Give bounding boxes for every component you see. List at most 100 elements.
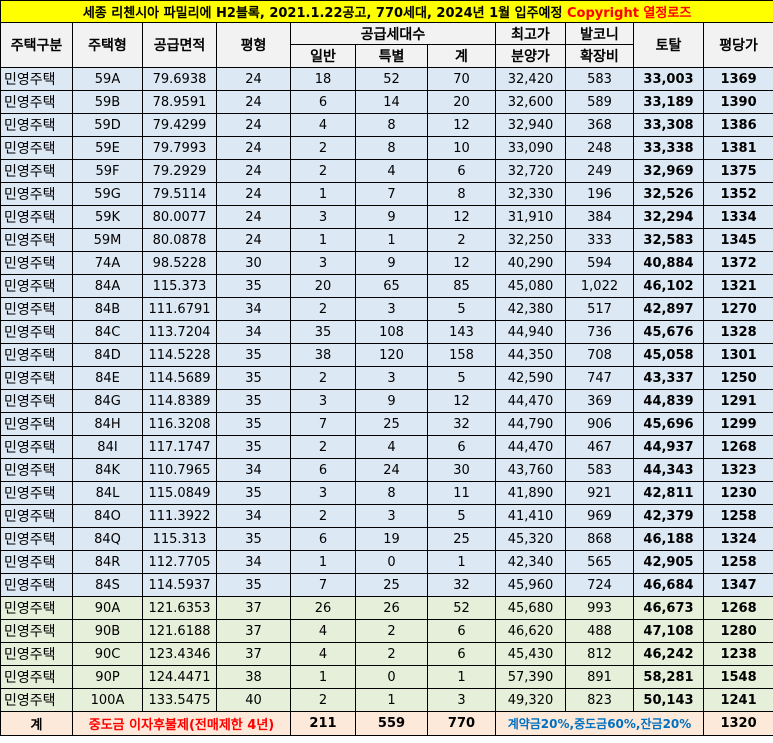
cell-special[interactable]: 8 xyxy=(355,113,428,137)
cell-area[interactable]: 114.5228 xyxy=(142,343,217,367)
cell-model[interactable]: 100A xyxy=(72,688,143,712)
cell-model[interactable]: 84B xyxy=(72,297,143,321)
cell-total[interactable]: 42,379 xyxy=(633,504,704,528)
cell-per-pyeong[interactable]: 1250 xyxy=(702,366,773,390)
cell-max-price[interactable]: 44,350 xyxy=(495,343,566,367)
footer-per-pyeong[interactable]: 1320 xyxy=(702,711,773,736)
cell-balcony[interactable]: 583 xyxy=(565,67,634,91)
cell-balcony[interactable]: 969 xyxy=(565,504,634,528)
cell-units[interactable]: 12 xyxy=(427,205,496,229)
cell-units[interactable]: 52 xyxy=(427,596,496,620)
cell-balcony[interactable]: 583 xyxy=(565,458,634,482)
header-total[interactable]: 토탈 xyxy=(633,22,704,68)
cell-model[interactable]: 90P xyxy=(72,665,143,689)
cell-area[interactable]: 115.0849 xyxy=(142,481,217,505)
cell-balcony[interactable]: 196 xyxy=(565,182,634,206)
cell-general[interactable]: 6 xyxy=(290,90,356,114)
cell-model[interactable]: 90B xyxy=(72,619,143,643)
cell-total[interactable]: 32,969 xyxy=(633,159,704,183)
cell-general[interactable]: 1 xyxy=(290,182,356,206)
cell-type[interactable]: 민영주택 xyxy=(0,113,73,137)
cell-pyeong[interactable]: 34 xyxy=(216,504,291,528)
cell-per-pyeong[interactable]: 1323 xyxy=(702,458,773,482)
cell-model[interactable]: 59G xyxy=(72,182,143,206)
cell-special[interactable]: 26 xyxy=(355,596,428,620)
cell-model[interactable]: 84G xyxy=(72,389,143,413)
header-area[interactable]: 공급면적 xyxy=(142,22,217,68)
cell-special[interactable]: 4 xyxy=(355,159,428,183)
cell-general[interactable]: 26 xyxy=(290,596,356,620)
cell-general[interactable]: 7 xyxy=(290,412,356,436)
cell-per-pyeong[interactable]: 1291 xyxy=(702,389,773,413)
cell-pyeong[interactable]: 35 xyxy=(216,435,291,459)
cell-total[interactable]: 32,294 xyxy=(633,205,704,229)
cell-area[interactable]: 113.7204 xyxy=(142,320,217,344)
cell-total[interactable]: 46,684 xyxy=(633,573,704,597)
cell-model[interactable]: 59E xyxy=(72,136,143,160)
cell-balcony[interactable]: 248 xyxy=(565,136,634,160)
cell-total[interactable]: 58,281 xyxy=(633,665,704,689)
cell-pyeong[interactable]: 24 xyxy=(216,67,291,91)
cell-model[interactable]: 90A xyxy=(72,596,143,620)
footer-payment[interactable]: 계약금20%,중도금60%,잔금20% xyxy=(495,711,704,736)
cell-per-pyeong[interactable]: 1321 xyxy=(702,274,773,298)
cell-area[interactable]: 117.1747 xyxy=(142,435,217,459)
cell-model[interactable]: 84Q xyxy=(72,527,143,551)
cell-general[interactable]: 18 xyxy=(290,67,356,91)
cell-type[interactable]: 민영주택 xyxy=(0,481,73,505)
cell-units[interactable]: 6 xyxy=(427,435,496,459)
cell-max-price[interactable]: 45,960 xyxy=(495,573,566,597)
cell-area[interactable]: 79.7993 xyxy=(142,136,217,160)
cell-total[interactable]: 50,143 xyxy=(633,688,704,712)
cell-max-price[interactable]: 57,390 xyxy=(495,665,566,689)
cell-total[interactable]: 47,108 xyxy=(633,619,704,643)
cell-per-pyeong[interactable]: 1270 xyxy=(702,297,773,321)
cell-units[interactable]: 2 xyxy=(427,228,496,252)
cell-model[interactable]: 84C xyxy=(72,320,143,344)
cell-general[interactable]: 2 xyxy=(290,159,356,183)
cell-total[interactable]: 33,338 xyxy=(633,136,704,160)
cell-pyeong[interactable]: 34 xyxy=(216,320,291,344)
header-balcony-2[interactable]: 확장비 xyxy=(565,44,634,68)
cell-general[interactable]: 35 xyxy=(290,320,356,344)
cell-balcony[interactable]: 906 xyxy=(565,412,634,436)
cell-per-pyeong[interactable]: 1324 xyxy=(702,527,773,551)
cell-model[interactable]: 59D xyxy=(72,113,143,137)
cell-special[interactable]: 24 xyxy=(355,458,428,482)
cell-units[interactable]: 70 xyxy=(427,67,496,91)
cell-area[interactable]: 78.9591 xyxy=(142,90,217,114)
cell-special[interactable]: 25 xyxy=(355,412,428,436)
cell-units[interactable]: 11 xyxy=(427,481,496,505)
cell-pyeong[interactable]: 24 xyxy=(216,113,291,137)
cell-total[interactable]: 44,839 xyxy=(633,389,704,413)
cell-model[interactable]: 59F xyxy=(72,159,143,183)
cell-model[interactable]: 84R xyxy=(72,550,143,574)
header-model[interactable]: 주택형 xyxy=(72,22,143,68)
cell-model[interactable]: 84D xyxy=(72,343,143,367)
header-total-units[interactable]: 계 xyxy=(427,44,496,68)
cell-balcony[interactable]: 249 xyxy=(565,159,634,183)
cell-total[interactable]: 45,676 xyxy=(633,320,704,344)
cell-general[interactable]: 38 xyxy=(290,343,356,367)
cell-max-price[interactable]: 45,680 xyxy=(495,596,566,620)
title-cell[interactable]: 세종 리첸시아 파밀리에 H2블록, 2021.1.22공고, 770세대, 2… xyxy=(0,0,773,23)
cell-special[interactable]: 3 xyxy=(355,297,428,321)
cell-pyeong[interactable]: 35 xyxy=(216,481,291,505)
cell-per-pyeong[interactable]: 1301 xyxy=(702,343,773,367)
cell-balcony[interactable]: 369 xyxy=(565,389,634,413)
cell-units[interactable]: 143 xyxy=(427,320,496,344)
cell-general[interactable]: 2 xyxy=(290,297,356,321)
cell-units[interactable]: 1 xyxy=(427,550,496,574)
cell-max-price[interactable]: 44,470 xyxy=(495,389,566,413)
cell-area[interactable]: 79.2929 xyxy=(142,159,217,183)
cell-per-pyeong[interactable]: 1381 xyxy=(702,136,773,160)
cell-units[interactable]: 12 xyxy=(427,389,496,413)
cell-area[interactable]: 79.5114 xyxy=(142,182,217,206)
cell-per-pyeong[interactable]: 1299 xyxy=(702,412,773,436)
cell-units[interactable]: 6 xyxy=(427,159,496,183)
cell-units[interactable]: 32 xyxy=(427,573,496,597)
cell-pyeong[interactable]: 35 xyxy=(216,527,291,551)
cell-general[interactable]: 6 xyxy=(290,458,356,482)
cell-max-price[interactable]: 40,290 xyxy=(495,251,566,275)
cell-type[interactable]: 민영주택 xyxy=(0,366,73,390)
